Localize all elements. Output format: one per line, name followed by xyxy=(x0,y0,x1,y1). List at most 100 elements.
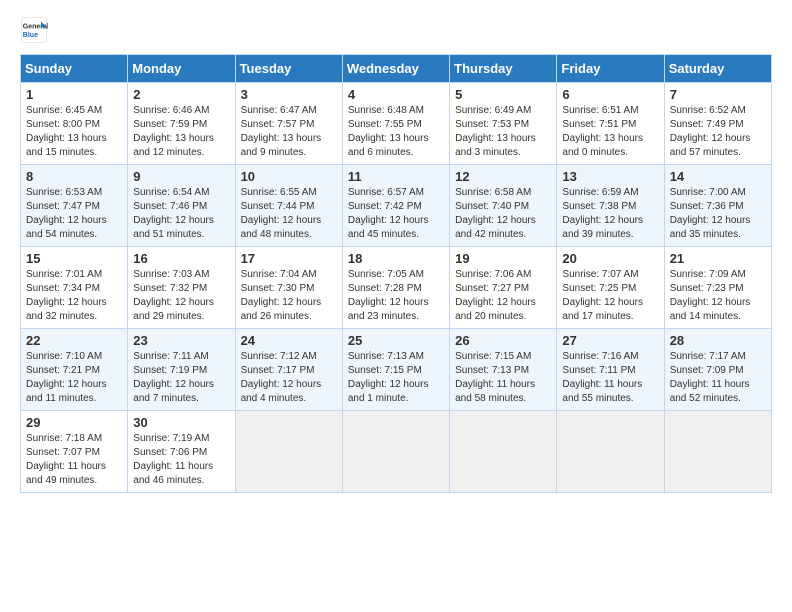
day-info: Sunrise: 7:03 AM Sunset: 7:32 PM Dayligh… xyxy=(133,268,229,324)
calendar-cell: 13 Sunrise: 6:59 AM Sunset: 7:38 PM Dayli… xyxy=(557,165,664,247)
day-number: 13 xyxy=(562,169,658,184)
day-number: 19 xyxy=(455,251,551,266)
day-number: 25 xyxy=(348,333,444,348)
day-number: 5 xyxy=(455,87,551,102)
day-number: 10 xyxy=(241,169,337,184)
weekday-header-friday: Friday xyxy=(557,55,664,83)
calendar-cell: 12 Sunrise: 6:58 AM Sunset: 7:40 PM Dayli… xyxy=(450,165,557,247)
calendar-cell: 21 Sunrise: 7:09 AM Sunset: 7:23 PM Dayli… xyxy=(664,247,771,329)
day-info: Sunrise: 7:18 AM Sunset: 7:07 PM Dayligh… xyxy=(26,432,122,488)
calendar-header-row: SundayMondayTuesdayWednesdayThursdayFrid… xyxy=(21,55,772,83)
day-info: Sunrise: 6:48 AM Sunset: 7:55 PM Dayligh… xyxy=(348,104,444,160)
page-header: General Blue xyxy=(20,16,772,44)
day-info: Sunrise: 6:53 AM Sunset: 7:47 PM Dayligh… xyxy=(26,186,122,242)
calendar-cell: 9 Sunrise: 6:54 AM Sunset: 7:46 PM Daylig… xyxy=(128,165,235,247)
day-number: 7 xyxy=(670,87,766,102)
calendar-table: SundayMondayTuesdayWednesdayThursdayFrid… xyxy=(20,54,772,493)
calendar-cell: 10 Sunrise: 6:55 AM Sunset: 7:44 PM Dayli… xyxy=(235,165,342,247)
day-info: Sunrise: 6:58 AM Sunset: 7:40 PM Dayligh… xyxy=(455,186,551,242)
day-number: 29 xyxy=(26,415,122,430)
day-info: Sunrise: 6:54 AM Sunset: 7:46 PM Dayligh… xyxy=(133,186,229,242)
day-info: Sunrise: 7:13 AM Sunset: 7:15 PM Dayligh… xyxy=(348,350,444,406)
day-number: 2 xyxy=(133,87,229,102)
weekday-header-wednesday: Wednesday xyxy=(342,55,449,83)
calendar-cell xyxy=(235,411,342,493)
calendar-cell: 4 Sunrise: 6:48 AM Sunset: 7:55 PM Daylig… xyxy=(342,83,449,165)
calendar-cell: 5 Sunrise: 6:49 AM Sunset: 7:53 PM Daylig… xyxy=(450,83,557,165)
calendar-cell: 15 Sunrise: 7:01 AM Sunset: 7:34 PM Dayli… xyxy=(21,247,128,329)
day-info: Sunrise: 7:00 AM Sunset: 7:36 PM Dayligh… xyxy=(670,186,766,242)
calendar-cell: 17 Sunrise: 7:04 AM Sunset: 7:30 PM Dayli… xyxy=(235,247,342,329)
calendar-week-5: 29 Sunrise: 7:18 AM Sunset: 7:07 PM Dayli… xyxy=(21,411,772,493)
calendar-cell: 1Sunrise: 6:45 AM Sunset: 8:00 PM Daylig… xyxy=(21,83,128,165)
calendar-cell: 30Sunrise: 7:19 AM Sunset: 7:06 PM Dayli… xyxy=(128,411,235,493)
calendar-cell: 26 Sunrise: 7:15 AM Sunset: 7:13 PM Dayli… xyxy=(450,329,557,411)
day-number: 12 xyxy=(455,169,551,184)
day-info: Sunrise: 7:10 AM Sunset: 7:21 PM Dayligh… xyxy=(26,350,122,406)
day-info: Sunrise: 6:51 AM Sunset: 7:51 PM Dayligh… xyxy=(562,104,658,160)
day-number: 6 xyxy=(562,87,658,102)
calendar-cell: 8 Sunrise: 6:53 AM Sunset: 7:47 PM Daylig… xyxy=(21,165,128,247)
day-info: Sunrise: 7:15 AM Sunset: 7:13 PM Dayligh… xyxy=(455,350,551,406)
day-info: Sunrise: 7:17 AM Sunset: 7:09 PM Dayligh… xyxy=(670,350,766,406)
calendar-cell: 27 Sunrise: 7:16 AM Sunset: 7:11 PM Dayli… xyxy=(557,329,664,411)
day-info: Sunrise: 7:04 AM Sunset: 7:30 PM Dayligh… xyxy=(241,268,337,324)
day-number: 8 xyxy=(26,169,122,184)
day-number: 20 xyxy=(562,251,658,266)
calendar-cell: 14 Sunrise: 7:00 AM Sunset: 7:36 PM Dayli… xyxy=(664,165,771,247)
day-info: Sunrise: 7:09 AM Sunset: 7:23 PM Dayligh… xyxy=(670,268,766,324)
day-number: 16 xyxy=(133,251,229,266)
day-info: Sunrise: 7:19 AM Sunset: 7:06 PM Dayligh… xyxy=(133,432,229,488)
day-info: Sunrise: 6:57 AM Sunset: 7:42 PM Dayligh… xyxy=(348,186,444,242)
calendar-cell: 16 Sunrise: 7:03 AM Sunset: 7:32 PM Dayli… xyxy=(128,247,235,329)
weekday-header-tuesday: Tuesday xyxy=(235,55,342,83)
day-info: Sunrise: 6:46 AM Sunset: 7:59 PM Dayligh… xyxy=(133,104,229,160)
logo: General Blue xyxy=(20,16,48,44)
day-info: Sunrise: 6:47 AM Sunset: 7:57 PM Dayligh… xyxy=(241,104,337,160)
calendar-cell: 22Sunrise: 7:10 AM Sunset: 7:21 PM Dayli… xyxy=(21,329,128,411)
day-number: 15 xyxy=(26,251,122,266)
day-number: 28 xyxy=(670,333,766,348)
calendar-cell: 24 Sunrise: 7:12 AM Sunset: 7:17 PM Dayli… xyxy=(235,329,342,411)
day-info: Sunrise: 7:01 AM Sunset: 7:34 PM Dayligh… xyxy=(26,268,122,324)
calendar-cell: 3Sunrise: 6:47 AM Sunset: 7:57 PM Daylig… xyxy=(235,83,342,165)
day-number: 23 xyxy=(133,333,229,348)
calendar-cell: 7Sunrise: 6:52 AM Sunset: 7:49 PM Daylig… xyxy=(664,83,771,165)
weekday-header-saturday: Saturday xyxy=(664,55,771,83)
day-info: Sunrise: 7:12 AM Sunset: 7:17 PM Dayligh… xyxy=(241,350,337,406)
calendar-cell: 2 Sunrise: 6:46 AM Sunset: 7:59 PM Daylig… xyxy=(128,83,235,165)
calendar-cell xyxy=(342,411,449,493)
day-info: Sunrise: 7:06 AM Sunset: 7:27 PM Dayligh… xyxy=(455,268,551,324)
day-number: 1 xyxy=(26,87,122,102)
day-number: 11 xyxy=(348,169,444,184)
day-number: 9 xyxy=(133,169,229,184)
day-number: 17 xyxy=(241,251,337,266)
calendar-cell: 25 Sunrise: 7:13 AM Sunset: 7:15 PM Dayli… xyxy=(342,329,449,411)
day-info: Sunrise: 7:11 AM Sunset: 7:19 PM Dayligh… xyxy=(133,350,229,406)
day-number: 26 xyxy=(455,333,551,348)
calendar-week-3: 15 Sunrise: 7:01 AM Sunset: 7:34 PM Dayli… xyxy=(21,247,772,329)
weekday-header-sunday: Sunday xyxy=(21,55,128,83)
day-number: 27 xyxy=(562,333,658,348)
calendar-week-1: 1Sunrise: 6:45 AM Sunset: 8:00 PM Daylig… xyxy=(21,83,772,165)
day-number: 24 xyxy=(241,333,337,348)
calendar-cell: 20Sunrise: 7:07 AM Sunset: 7:25 PM Dayli… xyxy=(557,247,664,329)
day-number: 21 xyxy=(670,251,766,266)
calendar-cell: 28 Sunrise: 7:17 AM Sunset: 7:09 PM Dayli… xyxy=(664,329,771,411)
day-number: 14 xyxy=(670,169,766,184)
weekday-header-thursday: Thursday xyxy=(450,55,557,83)
logo-icon: General Blue xyxy=(20,16,48,44)
day-info: Sunrise: 6:59 AM Sunset: 7:38 PM Dayligh… xyxy=(562,186,658,242)
calendar-cell: 18 Sunrise: 7:05 AM Sunset: 7:28 PM Dayli… xyxy=(342,247,449,329)
day-number: 18 xyxy=(348,251,444,266)
day-info: Sunrise: 6:49 AM Sunset: 7:53 PM Dayligh… xyxy=(455,104,551,160)
day-info: Sunrise: 6:55 AM Sunset: 7:44 PM Dayligh… xyxy=(241,186,337,242)
day-info: Sunrise: 7:05 AM Sunset: 7:28 PM Dayligh… xyxy=(348,268,444,324)
svg-text:Blue: Blue xyxy=(23,32,38,39)
calendar-cell: 29 Sunrise: 7:18 AM Sunset: 7:07 PM Dayli… xyxy=(21,411,128,493)
calendar-cell: 23 Sunrise: 7:11 AM Sunset: 7:19 PM Dayli… xyxy=(128,329,235,411)
day-info: Sunrise: 7:16 AM Sunset: 7:11 PM Dayligh… xyxy=(562,350,658,406)
calendar-cell: 11 Sunrise: 6:57 AM Sunset: 7:42 PM Dayli… xyxy=(342,165,449,247)
calendar-cell: 6 Sunrise: 6:51 AM Sunset: 7:51 PM Daylig… xyxy=(557,83,664,165)
day-number: 4 xyxy=(348,87,444,102)
